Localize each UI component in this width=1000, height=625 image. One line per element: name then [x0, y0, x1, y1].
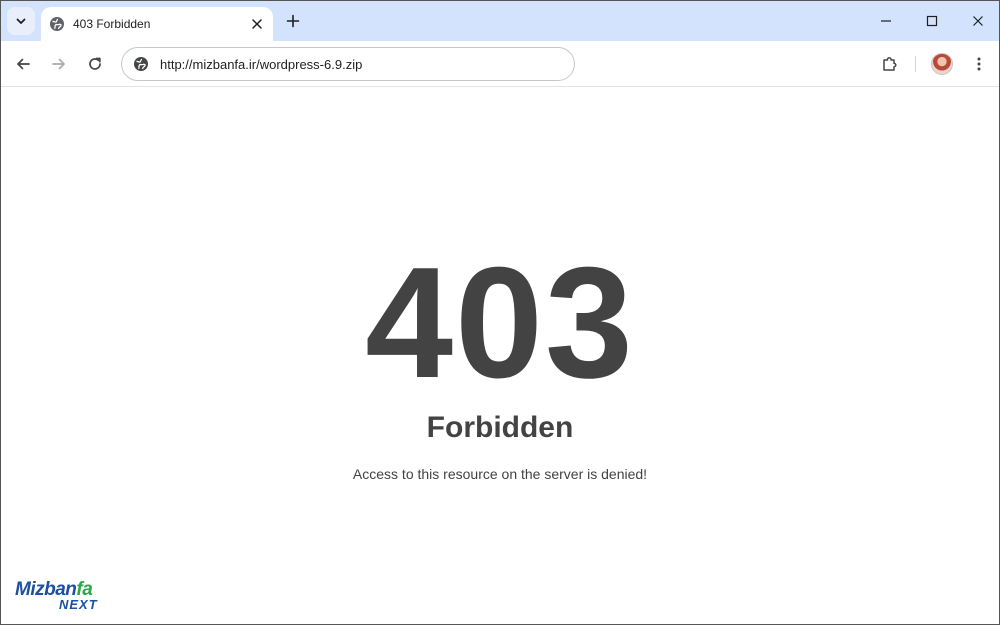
- site-info-button[interactable]: [132, 55, 150, 73]
- tab-search-button[interactable]: [7, 7, 35, 35]
- maximize-icon: [926, 15, 938, 27]
- puzzle-icon: [883, 57, 897, 71]
- globe-icon: [134, 57, 148, 71]
- plus-icon: [286, 14, 300, 28]
- tab-title: 403 Forbidden: [73, 17, 151, 31]
- page-content: 403 Forbidden Access to this resource on…: [1, 88, 999, 624]
- arrow-right-icon: [52, 58, 65, 70]
- forward-button[interactable]: [45, 50, 73, 78]
- close-icon: [973, 16, 983, 26]
- browser-window: 403 Forbidden http://mizbanfa.ir/wordpre…: [0, 0, 1000, 625]
- arrow-left-icon: [17, 58, 30, 70]
- extensions-button[interactable]: [876, 50, 904, 78]
- close-icon: [252, 19, 262, 29]
- error-title: Forbidden: [426, 411, 574, 444]
- new-tab-button[interactable]: [281, 9, 305, 33]
- minimize-button[interactable]: [872, 7, 900, 35]
- browser-toolbar: http://mizbanfa.ir/wordpress-6.9.zip: [1, 41, 999, 87]
- tab-strip: 403 Forbidden: [1, 1, 999, 41]
- kebab-menu-icon: [977, 57, 981, 71]
- maximize-button[interactable]: [918, 7, 946, 35]
- reload-icon: [89, 57, 101, 70]
- mizbanfa-logo: Mizbanfa NEXT: [15, 580, 115, 616]
- toolbar-divider: [915, 56, 916, 72]
- address-bar[interactable]: http://mizbanfa.ir/wordpress-6.9.zip: [121, 47, 575, 81]
- close-window-button[interactable]: [964, 7, 992, 35]
- logo-subtext: NEXT: [59, 597, 98, 612]
- error-message: Access to this resource on the server is…: [352, 466, 648, 482]
- tab-active[interactable]: 403 Forbidden: [41, 7, 273, 41]
- minimize-icon: [881, 20, 891, 22]
- reload-button[interactable]: [81, 50, 109, 78]
- tab-close-button[interactable]: [247, 14, 267, 34]
- url-text[interactable]: http://mizbanfa.ir/wordpress-6.9.zip: [160, 57, 362, 72]
- globe-icon: [49, 16, 65, 32]
- back-button[interactable]: [9, 50, 37, 78]
- chevron-down-icon: [16, 18, 26, 24]
- error-code: 403: [365, 235, 635, 411]
- avatar[interactable]: [931, 53, 953, 75]
- browser-menu-button[interactable]: [965, 50, 993, 78]
